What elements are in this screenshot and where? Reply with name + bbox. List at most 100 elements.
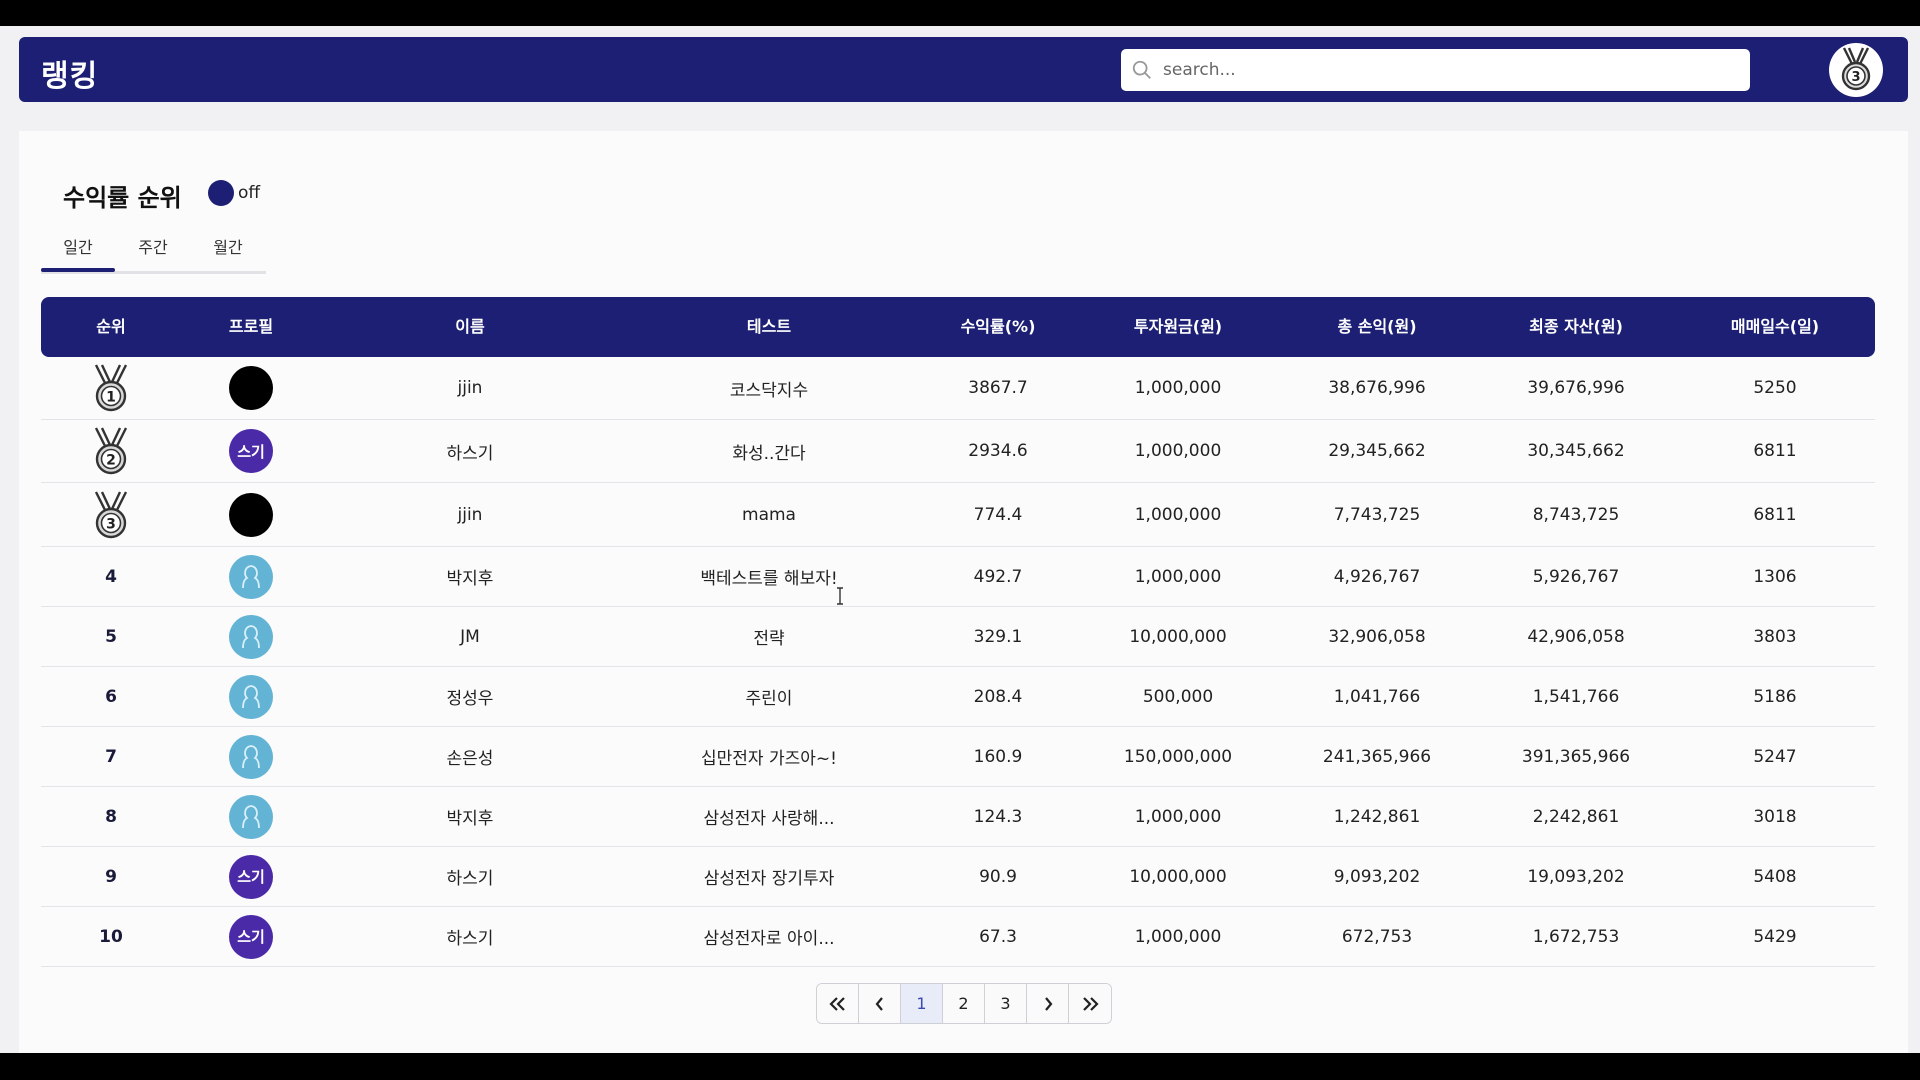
- avatar[interactable]: [229, 674, 273, 719]
- name-cell[interactable]: jjin: [370, 483, 570, 546]
- final-cell: 19,093,202: [1527, 866, 1625, 887]
- page-button-3[interactable]: 3: [985, 984, 1027, 1023]
- avatar[interactable]: [229, 492, 273, 537]
- user-silhouette-icon: [242, 744, 260, 768]
- profile-cell: [191, 547, 311, 606]
- search-box[interactable]: [1121, 49, 1750, 91]
- screen-top-bar: [0, 0, 1920, 26]
- table-row[interactable]: 1 jjin 코스닥지수 3867.7 1,000,000 38,676,996 39,67…: [41, 357, 1875, 420]
- table-row[interactable]: 10 스기 하스기 삼성전자로 아이... 67.3 1,000,000 672,753 1,…: [41, 907, 1875, 967]
- page-title: 랭킹: [41, 59, 99, 94]
- medal-icon: 2: [94, 427, 128, 475]
- table-row[interactable]: 8 박지후 삼성전자 사랑해... 124.3 1,000,000 1,242,861 2,…: [41, 787, 1875, 847]
- name-cell[interactable]: 박지후: [370, 547, 570, 606]
- search-input[interactable]: [1163, 60, 1723, 80]
- return-cell: 160.9: [973, 746, 1023, 767]
- table-row[interactable]: 5 JM 전략 329.1 10,000,000 32,906,058 42,906,058…: [41, 607, 1875, 667]
- name-cell[interactable]: jjin: [370, 357, 570, 419]
- test-cell[interactable]: 코스닥지수: [619, 357, 919, 419]
- test-cell[interactable]: 전략: [619, 607, 919, 666]
- test-cell[interactable]: mama: [619, 483, 919, 546]
- principal-cell: 1,000,000: [1134, 378, 1222, 398]
- tab-monthly[interactable]: 월간: [191, 234, 265, 258]
- test-cell[interactable]: 주린이: [619, 667, 919, 726]
- avatar[interactable]: 스기: [229, 429, 273, 473]
- name-cell[interactable]: 손은성: [370, 727, 570, 786]
- table-row[interactable]: 2 스기 하스기 화성..간다 2934.6 1,000,000 29,345,662 30,…: [41, 420, 1875, 483]
- principal-cell: 1,000,000: [1134, 806, 1222, 827]
- days-cell: 5247: [1753, 746, 1797, 767]
- page-button-2[interactable]: 2: [943, 984, 985, 1023]
- principal-cell: 1,000,000: [1134, 926, 1222, 947]
- principal-cell: 1,000,000: [1134, 441, 1222, 461]
- double-chevron-left-icon: [828, 996, 845, 1011]
- principal-cell: 10,000,000: [1129, 626, 1227, 647]
- profile-cell: [191, 607, 311, 666]
- search-icon: [1132, 60, 1151, 79]
- name-cell[interactable]: 정성우: [370, 667, 570, 726]
- rank-cell: 1: [51, 357, 171, 419]
- table-row[interactable]: 9 스기 하스기 삼성전자 장기투자 90.9 10,000,000 9,093,202 19…: [41, 847, 1875, 907]
- rank-cell: 8: [51, 787, 171, 846]
- test-cell[interactable]: 백테스트를 해보자!: [619, 547, 919, 606]
- svg-text:3: 3: [1851, 70, 1860, 85]
- test-cell[interactable]: 십만전자 가즈아~!: [619, 727, 919, 786]
- next-page-button[interactable]: [1027, 984, 1069, 1023]
- toggle-knob[interactable]: [208, 180, 234, 206]
- name-cell[interactable]: 하스기: [370, 847, 570, 906]
- profile-cell: 스기: [191, 420, 311, 482]
- avatar[interactable]: 스기: [229, 914, 273, 959]
- avatar[interactable]: [229, 734, 273, 779]
- table-header: 순위 프로필 이름 테스트 수익률(%) 투자원금(원) 총 손익(원) 최종 자산(원) 매매…: [41, 297, 1875, 357]
- rank-number: 8: [105, 806, 117, 827]
- profit-cell: 1,242,861: [1333, 806, 1421, 827]
- first-page-button[interactable]: [817, 984, 859, 1023]
- avatar[interactable]: [229, 366, 273, 410]
- test-cell[interactable]: 화성..간다: [619, 420, 919, 482]
- profit-cell: 672,753: [1341, 926, 1413, 947]
- test-cell[interactable]: 삼성전자 장기투자: [619, 847, 919, 906]
- return-cell: 2934.6: [968, 441, 1028, 461]
- final-cell: 1,541,766: [1532, 686, 1620, 707]
- last-page-button[interactable]: [1069, 984, 1111, 1023]
- profile-cell: [191, 483, 311, 546]
- chevron-right-icon: [1044, 996, 1052, 1011]
- name-cell[interactable]: 박지후: [370, 787, 570, 846]
- rank-cell: 7: [51, 727, 171, 786]
- test-cell[interactable]: 삼성전자 사랑해...: [619, 787, 919, 846]
- avatar[interactable]: 스기: [229, 854, 273, 899]
- tab-daily[interactable]: 일간: [41, 234, 115, 258]
- table-row[interactable]: 3 jjin mama 774.4 1,000,000 7,743,725 8,743,72…: [41, 483, 1875, 547]
- medal-avatar-icon[interactable]: 3: [1828, 42, 1884, 98]
- avatar[interactable]: [229, 794, 273, 839]
- return-cell: 329.1: [973, 626, 1023, 647]
- off-toggle[interactable]: off: [208, 180, 260, 206]
- return-cell: 67.3: [979, 926, 1017, 947]
- final-cell: 1,672,753: [1532, 926, 1620, 947]
- rank-cell: 5: [51, 607, 171, 666]
- profile-cell: [191, 727, 311, 786]
- rank-cell: 3: [51, 483, 171, 546]
- profit-cell: 1,041,766: [1333, 686, 1421, 707]
- screen-bottom-bar: [0, 1053, 1920, 1080]
- page-button-1[interactable]: 1: [901, 984, 943, 1023]
- table-row[interactable]: 4 박지후 백테스트를 해보자! 492.7 1,000,000 4,926,767 5,9…: [41, 547, 1875, 607]
- avatar[interactable]: [229, 554, 273, 599]
- column-header: 프로필: [228, 317, 274, 336]
- name-cell[interactable]: 하스기: [370, 907, 570, 966]
- profile-cell: 스기: [191, 907, 311, 966]
- profit-cell: 4,926,767: [1333, 566, 1421, 587]
- final-cell: 30,345,662: [1527, 441, 1625, 461]
- avatar[interactable]: [229, 614, 273, 659]
- rank-number: 4: [105, 566, 117, 587]
- table-row[interactable]: 7 손은성 십만전자 가즈아~! 160.9 150,000,000 241,365,96…: [41, 727, 1875, 787]
- profit-cell: 38,676,996: [1328, 378, 1426, 398]
- prev-page-button[interactable]: [859, 984, 901, 1023]
- test-cell[interactable]: 삼성전자로 아이...: [619, 907, 919, 966]
- return-cell: 90.9: [979, 866, 1017, 887]
- table-row[interactable]: 6 정성우 주린이 208.4 500,000 1,041,766 1,541,766 518…: [41, 667, 1875, 727]
- name-cell[interactable]: 하스기: [370, 420, 570, 482]
- return-cell: 3867.7: [968, 378, 1028, 398]
- tab-weekly[interactable]: 주간: [116, 234, 190, 258]
- name-cell[interactable]: JM: [370, 607, 570, 666]
